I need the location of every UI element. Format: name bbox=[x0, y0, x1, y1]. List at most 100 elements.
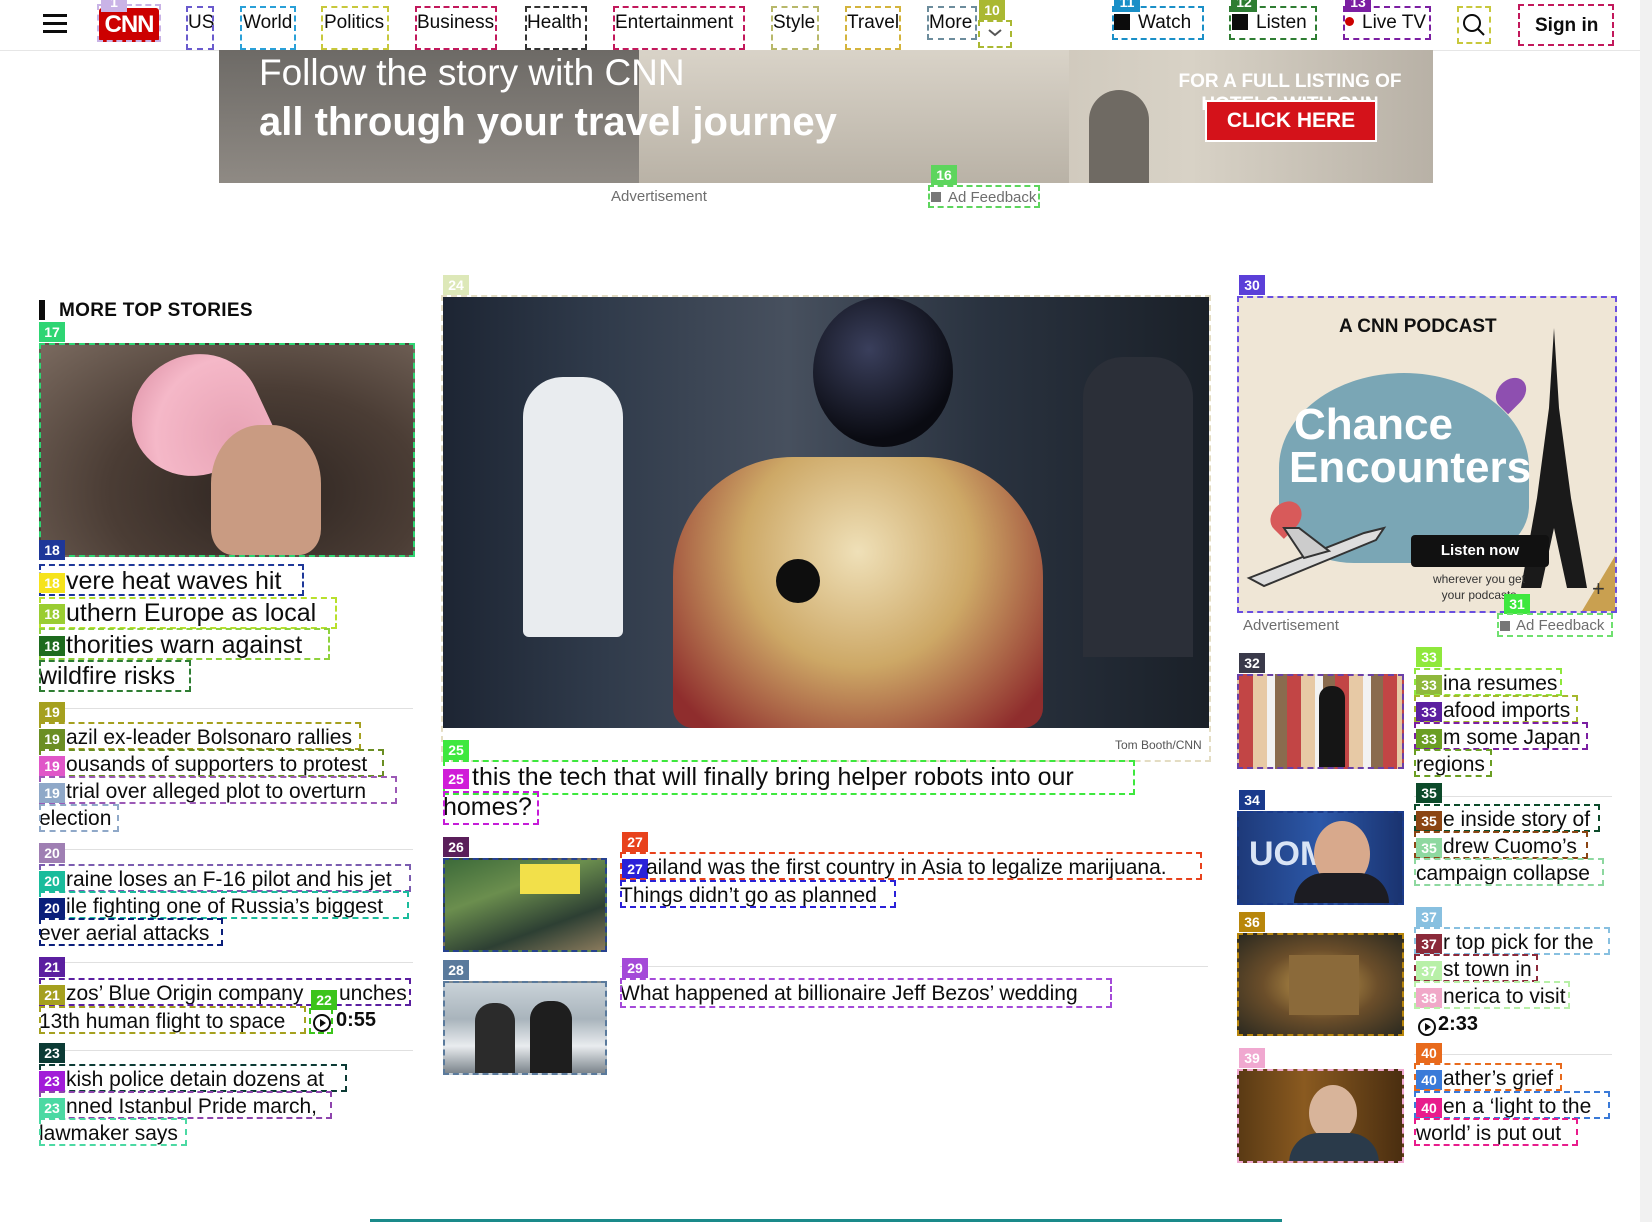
robot-head bbox=[813, 297, 953, 447]
seafood-story-image[interactable] bbox=[1237, 674, 1404, 769]
annotation-tag: 28 bbox=[443, 960, 469, 980]
person-suit bbox=[1294, 873, 1389, 903]
divider bbox=[1414, 1054, 1612, 1055]
annotation-box bbox=[415, 6, 497, 50]
annotation-box bbox=[620, 978, 1112, 1008]
annotation-box bbox=[1414, 831, 1588, 859]
podcast-title: Encounters bbox=[1289, 443, 1532, 492]
advertisement-label: Advertisement bbox=[611, 188, 707, 205]
person-figure bbox=[475, 1003, 515, 1073]
annotation-tag: 20 bbox=[39, 871, 65, 891]
advertisement-label: Advertisement bbox=[1243, 617, 1339, 634]
annotation-tag: 34 bbox=[1239, 790, 1265, 810]
video-duration: 0:55 bbox=[336, 1009, 377, 1031]
listen-now-button[interactable]: Listen now bbox=[1411, 535, 1549, 567]
annotation-tag: 21 bbox=[39, 957, 65, 977]
heat-wave-story-image[interactable] bbox=[39, 343, 415, 557]
ad-feedback-link[interactable]: Ad Feedback bbox=[1497, 613, 1613, 637]
menu-icon[interactable] bbox=[43, 14, 67, 34]
annotation-tag: 23 bbox=[39, 1071, 65, 1091]
divider bbox=[39, 849, 413, 850]
person-figure bbox=[211, 425, 321, 555]
marijuana-story-image[interactable] bbox=[443, 858, 607, 952]
annotation-box bbox=[39, 1064, 347, 1092]
expand-icon[interactable]: + bbox=[1592, 576, 1605, 602]
annotation-tag: 25 bbox=[443, 769, 469, 789]
annotation-box bbox=[39, 804, 119, 832]
advertisement-banner[interactable]: Follow the story with CNN all through yo… bbox=[219, 50, 1433, 183]
annotation-tag: 13 bbox=[1345, 0, 1371, 12]
annotation-tag: 20 bbox=[39, 898, 65, 918]
annotation-box bbox=[1414, 749, 1492, 777]
divider bbox=[39, 1050, 413, 1051]
section-title: MORE TOP STORIES bbox=[59, 300, 253, 321]
annotation-box bbox=[771, 6, 819, 50]
more-dropdown-chevron-icon[interactable] bbox=[978, 20, 1012, 48]
podcast-subtext: your podcasts bbox=[1441, 588, 1517, 602]
annotation-box bbox=[1414, 804, 1600, 832]
ad-click-here-button[interactable]: CLICK HERE bbox=[1205, 100, 1377, 142]
annotation-tag: 12 bbox=[1231, 0, 1257, 12]
ad-subheadline: all through your travel journey bbox=[259, 100, 837, 144]
annotation-tag: 33 bbox=[1416, 647, 1442, 667]
person-figure bbox=[523, 377, 623, 637]
annotation-tag: 19 bbox=[39, 729, 65, 749]
scrollbar[interactable] bbox=[1640, 0, 1652, 1222]
annotation-tag: 23 bbox=[39, 1098, 65, 1118]
annotation-box bbox=[443, 791, 539, 825]
annotation-tag: 35 bbox=[1416, 783, 1442, 803]
annotation-box bbox=[1414, 1091, 1610, 1119]
annotation-tag: 18 bbox=[39, 604, 65, 624]
search-icon[interactable] bbox=[1457, 6, 1491, 44]
shop-sign bbox=[520, 864, 580, 894]
annotation-box bbox=[1414, 927, 1610, 955]
robot-story-image[interactable] bbox=[443, 297, 1209, 728]
annotation-box bbox=[1414, 1063, 1562, 1091]
annotation-box bbox=[845, 6, 901, 50]
annotation-tag: 11 bbox=[1114, 0, 1140, 12]
play-icon[interactable] bbox=[1418, 1018, 1436, 1036]
annotation-tag: 18 bbox=[39, 540, 65, 560]
annotation-box bbox=[525, 6, 587, 50]
feedback-icon bbox=[1500, 621, 1510, 631]
annotation-tag: 39 bbox=[1239, 1048, 1265, 1068]
annotation-box bbox=[39, 749, 384, 777]
annotation-tag: 36 bbox=[1239, 912, 1265, 932]
person-figure bbox=[530, 1001, 572, 1073]
annotation-box bbox=[1414, 858, 1604, 886]
background-person bbox=[1083, 357, 1193, 657]
annotation-tag: 32 bbox=[1239, 653, 1265, 673]
annotation-tag: 1 bbox=[101, 0, 127, 12]
annotation-box bbox=[39, 660, 191, 692]
town-story-image[interactable] bbox=[1237, 933, 1404, 1036]
annotation-tag: 22 bbox=[311, 990, 337, 1010]
ad-feedback-link[interactable]: Ad Feedback bbox=[928, 185, 1040, 208]
annotation-tag: 30 bbox=[1239, 275, 1265, 295]
annotation-box bbox=[321, 6, 389, 50]
divider bbox=[620, 966, 1208, 967]
sign-in-button[interactable]: Sign in bbox=[1518, 4, 1614, 46]
annotation-tag: 24 bbox=[443, 275, 469, 295]
annotation-tag: 29 bbox=[622, 958, 648, 978]
annotation-tag: 27 bbox=[622, 832, 648, 852]
annotation-box bbox=[39, 628, 330, 660]
annotation-box bbox=[927, 6, 977, 40]
airplane-icon bbox=[1244, 518, 1394, 588]
annotation-box bbox=[39, 597, 337, 629]
annotation-box bbox=[1414, 1118, 1578, 1146]
divider bbox=[39, 708, 413, 709]
annotation-box bbox=[39, 918, 223, 946]
grief-story-image[interactable] bbox=[1237, 1069, 1404, 1163]
annotation-tag: 40 bbox=[1416, 1043, 1442, 1063]
annotation-box bbox=[620, 852, 1202, 880]
annotation-tag: 20 bbox=[39, 843, 65, 863]
cuomo-story-image[interactable]: UOM bbox=[1237, 811, 1404, 905]
annotation-box bbox=[1414, 981, 1570, 1009]
podcast-advertisement[interactable]: A CNN PODCAST Chance Encounters Listen n… bbox=[1237, 296, 1617, 613]
annotation-box bbox=[240, 6, 296, 50]
bezos-wedding-image[interactable] bbox=[443, 981, 607, 1075]
photo-credit: Tom Booth/CNN bbox=[1115, 738, 1202, 752]
robot-chest-port bbox=[776, 559, 820, 603]
video-play-button[interactable] bbox=[309, 1008, 333, 1034]
annotation-tag: 10 bbox=[979, 0, 1005, 20]
